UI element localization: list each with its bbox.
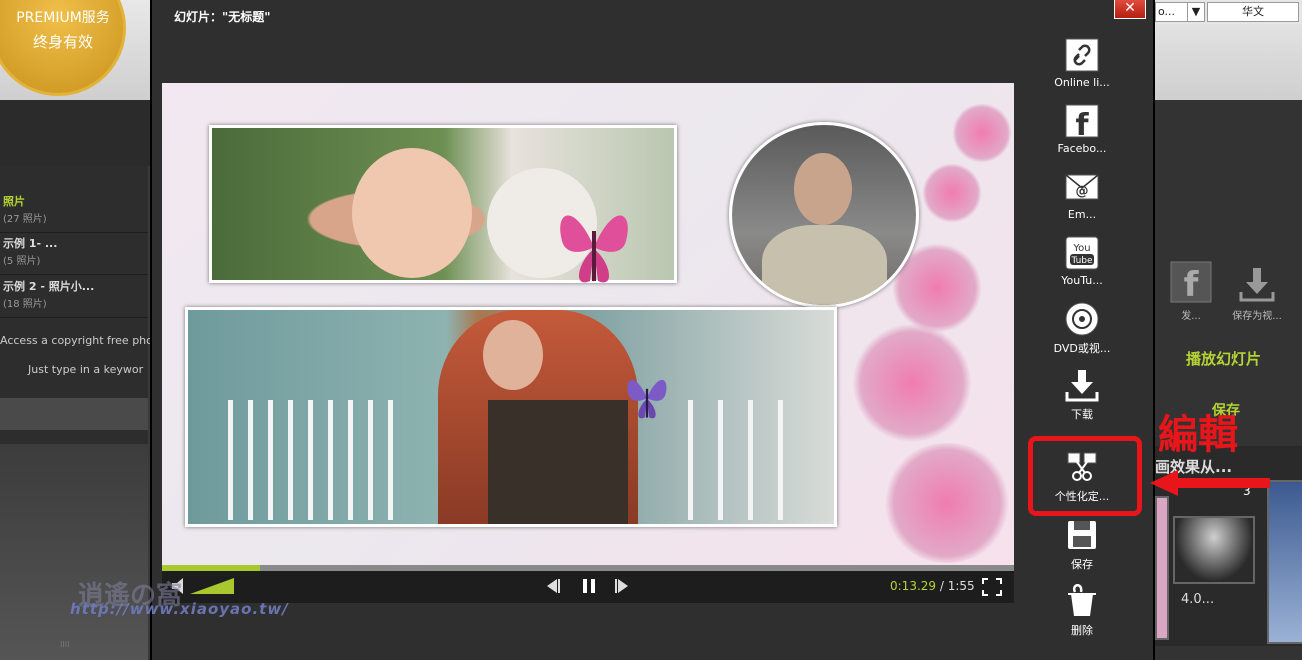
watermark-url: http://www.xiaoyao.tw/: [70, 600, 289, 618]
thumb-caption: 4.0...: [1181, 592, 1215, 607]
svg-text:f: f: [1184, 265, 1200, 304]
photo-woman-circle: [729, 122, 919, 308]
blossom-decoration: [922, 163, 982, 223]
save-as-video-button[interactable]: 保存为视...: [1227, 264, 1287, 322]
blossom-decoration: [882, 443, 1012, 563]
album-item-sample1[interactable]: 示例 1- ... (5 照片): [0, 232, 148, 275]
jacket-shape: [762, 225, 887, 305]
fence-rail: [388, 400, 393, 520]
youtube-icon: You Tube: [1065, 236, 1099, 270]
link-icon: [1065, 38, 1099, 72]
facebook-icon: f: [1170, 261, 1212, 305]
online-link-button[interactable]: Online li...: [1037, 38, 1127, 89]
bottom-mark: IIII: [60, 640, 70, 649]
language-select[interactable]: 华文: [1207, 2, 1299, 22]
svg-text:Tube: Tube: [1070, 256, 1093, 266]
fence-rail: [778, 400, 783, 520]
time-separator: /: [936, 579, 948, 593]
fence-rail: [688, 400, 693, 520]
coat-shape: [488, 400, 628, 524]
fence-rail: [368, 400, 373, 520]
fence-rail: [718, 400, 723, 520]
playback-controls: 0:13.29 / 1:55: [162, 571, 1014, 603]
search-bar[interactable]: [0, 398, 148, 430]
youtube-share-button[interactable]: You Tube YouTu...: [1037, 236, 1127, 287]
svg-text:f: f: [1075, 108, 1089, 138]
effect-thumbnail[interactable]: [1173, 516, 1255, 584]
time-display: 0:13.29 / 1:55: [890, 579, 975, 593]
effect-thumbnail[interactable]: [1267, 480, 1302, 644]
download-button[interactable]: 下载: [1037, 368, 1127, 422]
pause-icon[interactable]: [580, 577, 598, 599]
slide-preview[interactable]: [162, 83, 1014, 568]
album-item-photos[interactable]: 照片 (27 照片): [0, 190, 148, 233]
topright-controls: o... ▼ 华文: [1155, 0, 1302, 24]
fence-rail: [228, 400, 233, 520]
fence-rail: [328, 400, 333, 520]
previous-icon[interactable]: [543, 577, 561, 599]
red-arrow-icon: [1150, 470, 1270, 496]
highlight-box: [1028, 436, 1142, 516]
face-shape: [794, 153, 852, 225]
fence-rail: [268, 400, 273, 520]
time-current: 0:13.29: [890, 579, 937, 593]
slideshow-modal: 幻灯片："无标题" ✕ 0:13.29 / 1:55 Online li... …: [150, 0, 1155, 660]
facebook-share-button[interactable]: f Facebo...: [1037, 104, 1127, 155]
edit-annotation-label: 編輯: [1158, 411, 1238, 458]
blossom-decoration: [952, 103, 1012, 163]
delete-icon: [1068, 584, 1096, 616]
fullscreen-icon[interactable]: [982, 578, 1002, 600]
download-icon: [1239, 268, 1275, 302]
hint-text-2: Just type in a keywor: [28, 363, 144, 376]
face-shape: [352, 148, 472, 278]
facebook-icon: f: [1065, 104, 1099, 138]
svg-text:@: @: [1076, 184, 1089, 199]
face-shape: [483, 320, 543, 390]
font-select[interactable]: o...: [1155, 2, 1189, 22]
email-icon: @: [1065, 174, 1099, 200]
premium-line1: PREMIUM服务: [16, 10, 110, 26]
blossom-decoration: [852, 323, 972, 443]
premium-line2: 终身有效: [32, 33, 93, 51]
delete-button[interactable]: 删除: [1037, 584, 1127, 638]
svg-text:You: You: [1072, 243, 1090, 254]
dvd-export-button[interactable]: DVD或视...: [1037, 302, 1127, 356]
fence-rail: [348, 400, 353, 520]
close-button[interactable]: ✕: [1114, 0, 1146, 19]
photo-woman-phone: [185, 307, 837, 527]
butterfly-pink-icon: [560, 215, 628, 283]
butterfly-purple-icon: [627, 379, 667, 419]
fence-rail: [288, 400, 293, 520]
email-share-button[interactable]: @ Em...: [1037, 170, 1127, 221]
fence-rail: [308, 400, 313, 520]
download-icon: [1065, 370, 1099, 402]
modal-title: 幻灯片："无标题": [174, 10, 271, 24]
album-item-sample2[interactable]: 示例 2 - 照片小... (18 照片): [0, 275, 148, 318]
next-icon[interactable]: [614, 577, 632, 599]
effect-thumbnail[interactable]: [1155, 496, 1169, 640]
save-button[interactable]: 保存: [1037, 518, 1127, 572]
dvd-icon: [1065, 302, 1099, 336]
font-dropdown-arrow[interactable]: ▼: [1187, 2, 1205, 22]
fence-rail: [748, 400, 753, 520]
left-bottom-panel: IIII: [0, 444, 148, 660]
fence-rail: [248, 400, 253, 520]
hint-text-1: Access a copyright free pho: [0, 334, 153, 347]
play-slideshow-button[interactable]: 播放幻灯片: [1186, 348, 1261, 369]
save-icon: [1068, 521, 1096, 549]
time-total: 1:55: [947, 579, 975, 593]
publish-button[interactable]: f 发...: [1161, 260, 1221, 322]
